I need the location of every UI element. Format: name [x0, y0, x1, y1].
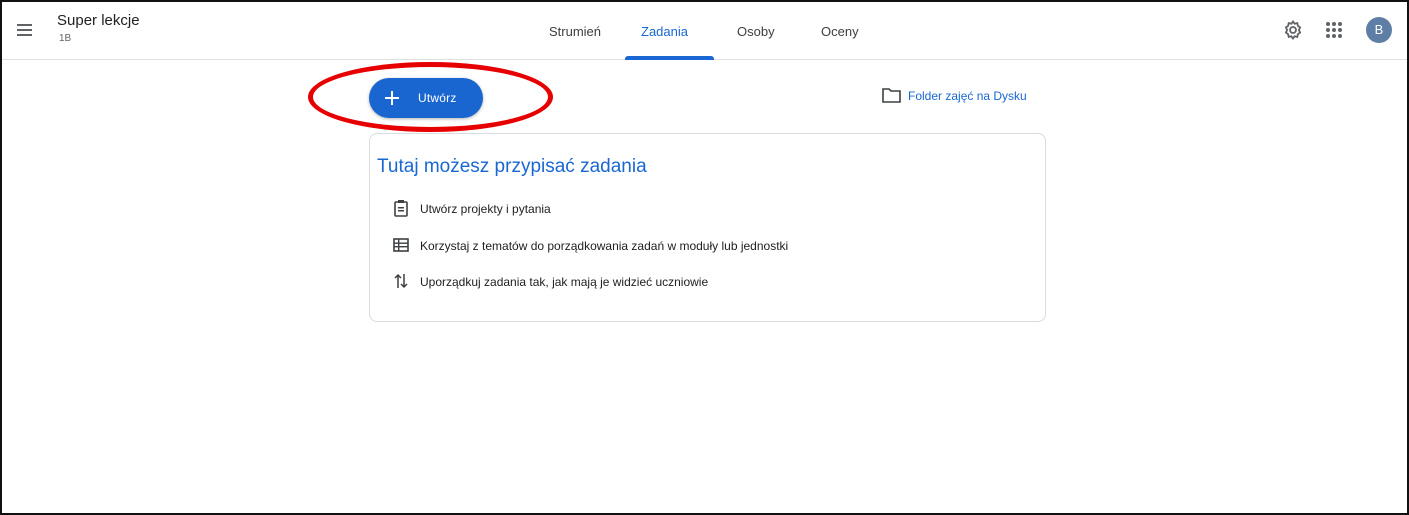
class-section: 1B [59, 33, 72, 44]
settings-icon[interactable] [1281, 18, 1305, 42]
menu-icon[interactable] [14, 19, 36, 41]
folder-icon [882, 87, 901, 103]
apps-grid-icon[interactable] [1322, 18, 1346, 42]
app-window: Super lekcje 1B Strumień Zadania Osoby O… [0, 0, 1409, 515]
empty-state-card: Tutaj możesz przypisać zadania Utwórz pr… [369, 133, 1046, 322]
reorder-arrows-icon [392, 272, 410, 290]
highlight-annotation-ellipse [308, 62, 553, 132]
topic-list-icon [392, 236, 410, 254]
tab-people[interactable]: Osoby [737, 24, 775, 39]
list-item-text: Korzystaj z tematów do porządkowania zad… [420, 239, 789, 253]
class-title[interactable]: Super lekcje [57, 12, 140, 29]
tab-grades[interactable]: Oceny [821, 24, 859, 39]
tab-classwork[interactable]: Zadania [641, 24, 688, 39]
tab-stream[interactable]: Strumień [549, 24, 601, 39]
active-tab-indicator [625, 56, 714, 60]
drive-folder-label: Folder zajęć na Dysku [908, 89, 1027, 103]
empty-state-title: Tutaj możesz przypisać zadania [377, 156, 647, 177]
avatar[interactable]: B [1366, 17, 1392, 43]
list-item-text: Uporządkuj zadania tak, jak mają je widz… [420, 275, 709, 289]
assignment-icon [392, 199, 410, 217]
top-bar: Super lekcje 1B Strumień Zadania Osoby O… [2, 2, 1407, 60]
list-item-text: Utwórz projekty i pytania [420, 202, 551, 216]
